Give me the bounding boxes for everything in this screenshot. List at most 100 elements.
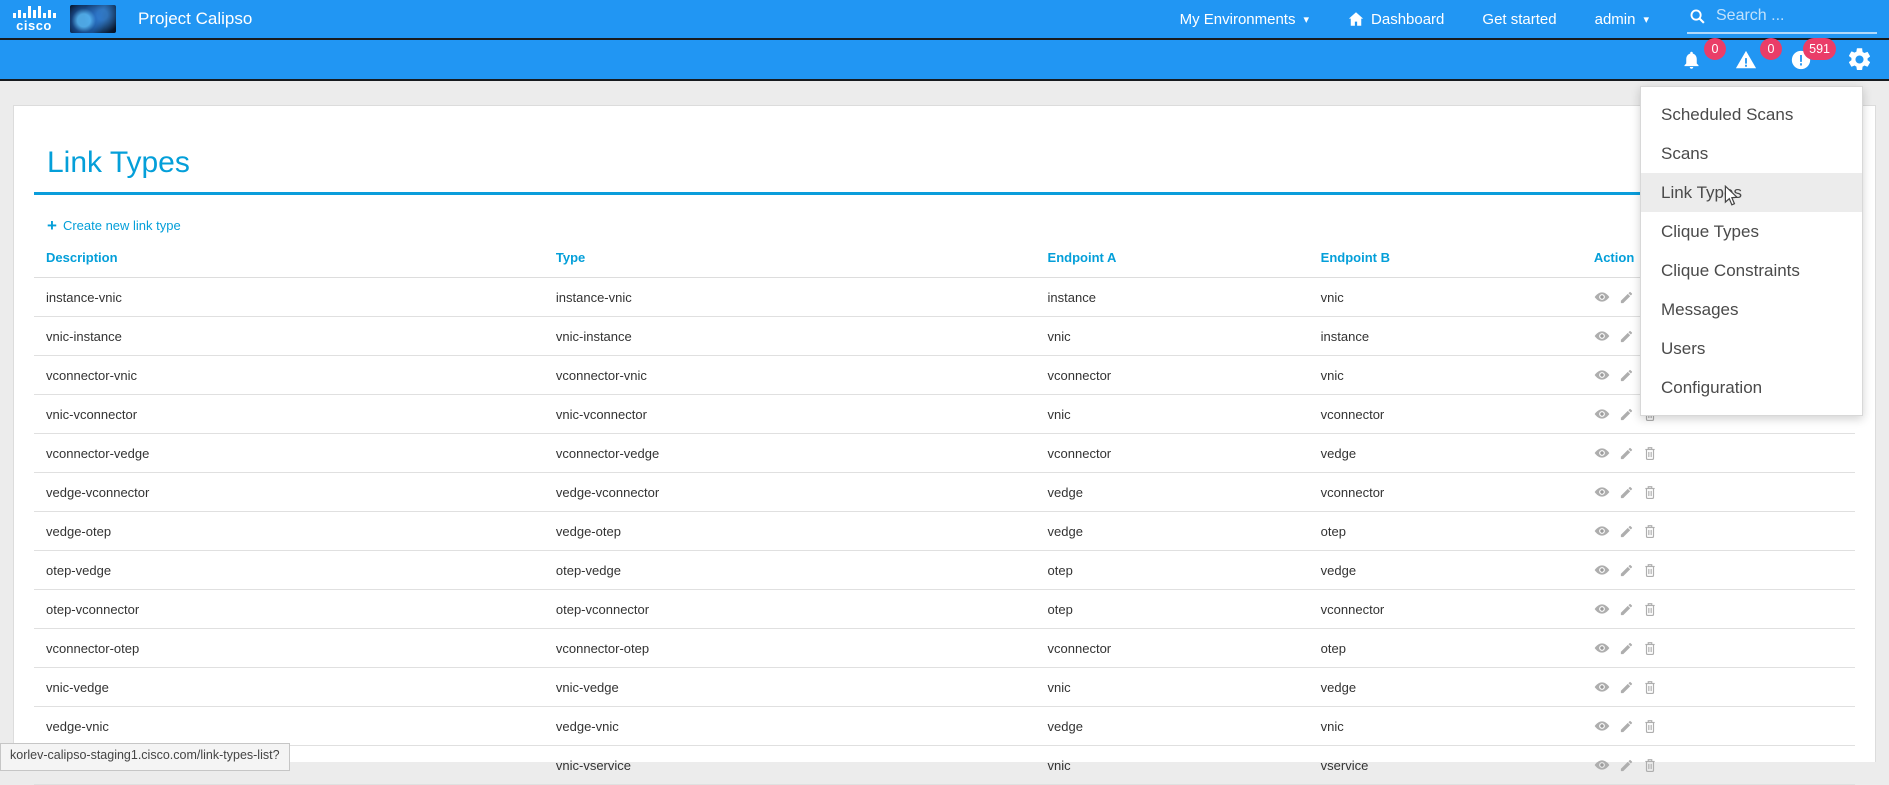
type-cell: vnic-vservice <box>544 746 1036 785</box>
edit-pencil-icon[interactable] <box>1619 641 1634 656</box>
description-cell: instance-vnic <box>34 278 544 317</box>
table-row: vnic-instancevnic-instancevnicinstance <box>34 317 1855 356</box>
type-cell: otep-vconnector <box>544 590 1036 629</box>
menu-item-scans[interactable]: Scans <box>1641 134 1862 173</box>
search-input[interactable] <box>1714 6 1864 26</box>
delete-trash-icon[interactable] <box>1643 562 1657 578</box>
view-icon[interactable] <box>1594 641 1610 655</box>
endpoint-b-cell: instance <box>1309 317 1582 356</box>
settings-button[interactable] <box>1846 46 1873 73</box>
table-row: instance-vnicinstance-vnicinstancevnic <box>34 278 1855 317</box>
notifications-button[interactable]: 0 <box>1681 49 1702 71</box>
brand-thumbnail-image <box>70 5 116 33</box>
menu-item-users[interactable]: Users <box>1641 329 1862 368</box>
delete-trash-icon[interactable] <box>1643 601 1657 617</box>
view-icon[interactable] <box>1594 680 1610 694</box>
create-new-link-type-button[interactable]: + Create new link type <box>47 217 1855 234</box>
delete-trash-icon[interactable] <box>1643 523 1657 539</box>
user-menu[interactable]: admin ▾ <box>1595 11 1649 28</box>
edit-pencil-icon[interactable] <box>1619 719 1634 734</box>
header-endpoint-b[interactable]: Endpoint B <box>1309 242 1582 278</box>
top-navbar: cisco Project Calipso My Environments ▾ … <box>0 0 1889 40</box>
title-divider <box>34 192 1855 195</box>
get-started-label: Get started <box>1482 11 1556 28</box>
view-icon[interactable] <box>1594 446 1610 460</box>
description-cell: vedge-vconnector <box>34 473 544 512</box>
header-description[interactable]: Description <box>34 242 544 278</box>
endpoint-b-cell: vedge <box>1309 551 1582 590</box>
view-icon[interactable] <box>1594 407 1610 421</box>
warnings-button[interactable]: 0 <box>1734 49 1758 71</box>
edit-pencil-icon[interactable] <box>1619 485 1634 500</box>
menu-item-scheduled-scans[interactable]: Scheduled Scans <box>1641 95 1862 134</box>
view-icon[interactable] <box>1594 290 1610 304</box>
edit-pencil-icon[interactable] <box>1619 329 1634 344</box>
type-cell: vedge-vnic <box>544 707 1036 746</box>
notifications-count-badge: 0 <box>1704 38 1726 60</box>
mouse-cursor <box>1723 185 1740 207</box>
delete-trash-icon[interactable] <box>1643 757 1657 773</box>
search-icon <box>1689 8 1706 25</box>
menu-item-clique-types[interactable]: Clique Types <box>1641 212 1862 251</box>
endpoint-a-cell: vconnector <box>1036 434 1309 473</box>
description-cell: vconnector-vedge <box>34 434 544 473</box>
delete-trash-icon[interactable] <box>1643 718 1657 734</box>
caret-down-icon: ▾ <box>1643 13 1649 26</box>
actions-cell <box>1582 668 1855 707</box>
plus-icon: + <box>47 217 57 234</box>
dashboard-link[interactable]: Dashboard <box>1347 10 1444 28</box>
actions-cell <box>1582 473 1855 512</box>
actions-cell <box>1582 434 1855 473</box>
view-icon[interactable] <box>1594 368 1610 382</box>
my-environments-menu[interactable]: My Environments ▾ <box>1180 11 1309 28</box>
delete-trash-icon[interactable] <box>1643 445 1657 461</box>
delete-trash-icon[interactable] <box>1643 679 1657 695</box>
edit-pencil-icon[interactable] <box>1619 524 1634 539</box>
edit-pencil-icon[interactable] <box>1619 368 1634 383</box>
get-started-link[interactable]: Get started <box>1482 11 1556 28</box>
edit-pencil-icon[interactable] <box>1619 290 1634 305</box>
edit-pencil-icon[interactable] <box>1619 446 1634 461</box>
type-cell: instance-vnic <box>544 278 1036 317</box>
actions-cell <box>1582 551 1855 590</box>
type-cell: vedge-otep <box>544 512 1036 551</box>
header-type[interactable]: Type <box>544 242 1036 278</box>
actions-cell <box>1582 590 1855 629</box>
gear-icon <box>1846 46 1873 73</box>
table-row: vconnector-vnicvconnector-vnicvconnector… <box>34 356 1855 395</box>
dashboard-label: Dashboard <box>1371 11 1444 28</box>
edit-pencil-icon[interactable] <box>1619 602 1634 617</box>
view-icon[interactable] <box>1594 563 1610 577</box>
endpoint-b-cell: otep <box>1309 512 1582 551</box>
view-icon[interactable] <box>1594 485 1610 499</box>
edit-pencil-icon[interactable] <box>1619 758 1634 773</box>
view-icon[interactable] <box>1594 524 1610 538</box>
view-icon[interactable] <box>1594 329 1610 343</box>
delete-trash-icon[interactable] <box>1643 484 1657 500</box>
description-cell: otep-vconnector <box>34 590 544 629</box>
description-cell: vedge-otep <box>34 512 544 551</box>
menu-item-configuration[interactable]: Configuration <box>1641 368 1862 407</box>
edit-pencil-icon[interactable] <box>1619 680 1634 695</box>
edit-pencil-icon[interactable] <box>1619 407 1634 422</box>
view-icon[interactable] <box>1594 602 1610 616</box>
warning-triangle-icon <box>1734 49 1758 71</box>
edit-pencil-icon[interactable] <box>1619 563 1634 578</box>
endpoint-a-cell: vedge <box>1036 473 1309 512</box>
search-box[interactable] <box>1687 4 1877 34</box>
delete-trash-icon[interactable] <box>1643 640 1657 656</box>
endpoint-a-cell: vnic <box>1036 317 1309 356</box>
menu-item-link-types[interactable]: Link Types <box>1641 173 1862 212</box>
alert-bar: 0 0 591 <box>0 40 1889 81</box>
view-icon[interactable] <box>1594 719 1610 733</box>
table-row: vconnector-vedgevconnector-vedgevconnect… <box>34 434 1855 473</box>
errors-button[interactable]: 591 <box>1790 49 1812 71</box>
warnings-count-badge: 0 <box>1760 38 1782 60</box>
header-endpoint-a[interactable]: Endpoint A <box>1036 242 1309 278</box>
endpoint-a-cell: vnic <box>1036 395 1309 434</box>
view-icon[interactable] <box>1594 758 1610 772</box>
description-cell: vconnector-vnic <box>34 356 544 395</box>
menu-item-clique-constraints[interactable]: Clique Constraints <box>1641 251 1862 290</box>
menu-item-messages[interactable]: Messages <box>1641 290 1862 329</box>
settings-menu: Scheduled ScansScansLink TypesClique Typ… <box>1640 86 1863 416</box>
